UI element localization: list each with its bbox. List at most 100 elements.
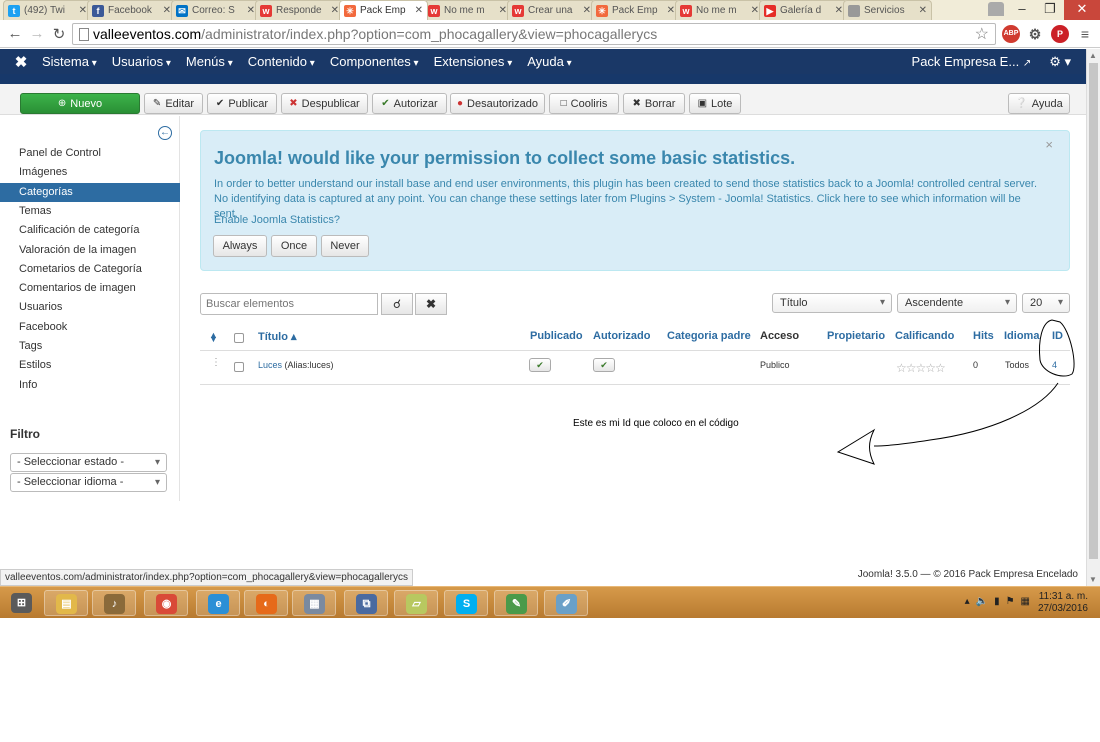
pinterest-icon[interactable]: P: [1051, 25, 1069, 43]
column-rating[interactable]: Calificando: [895, 330, 954, 342]
tab-close-icon[interactable]: ✕: [667, 5, 675, 16]
unpublish-button[interactable]: ✖ Despublicar: [281, 93, 368, 114]
url-input[interactable]: valleeventos.com/administrator/index.php…: [72, 23, 996, 45]
scroll-down-icon[interactable]: ▼: [1089, 575, 1097, 584]
settings-gear-icon[interactable]: ⚙: [1026, 25, 1044, 43]
browser-tab[interactable]: w Responde ✕: [255, 0, 344, 20]
sidebar-item[interactable]: Temas: [0, 202, 180, 221]
nav-menu-4[interactable]: Componentes: [330, 54, 419, 69]
column-published[interactable]: Publicado: [530, 330, 583, 342]
notes-taskbar-button[interactable]: ▱: [394, 590, 438, 616]
tab-close-icon[interactable]: ✕: [583, 5, 591, 16]
tray-expand-icon[interactable]: ▴: [965, 596, 970, 607]
sidebar-item[interactable]: Estilos: [0, 356, 180, 375]
forward-icon[interactable]: →: [26, 25, 48, 42]
music-taskbar-button[interactable]: ♪: [92, 590, 136, 616]
sidebar-item[interactable]: Comentarios de imagen: [0, 279, 180, 298]
edit-button[interactable]: ✎ Editar: [144, 93, 203, 114]
browser-tab[interactable]: ✳ Pack Emp ✕: [591, 0, 680, 20]
window-close-icon[interactable]: ✕: [1064, 0, 1100, 20]
sidebar-item[interactable]: Imágenes: [0, 163, 180, 182]
filter-state-select[interactable]: - Seleccionar estado -: [10, 453, 167, 472]
scroll-thumb[interactable]: [1089, 63, 1098, 559]
sidebar-item[interactable]: Facebook: [0, 318, 180, 337]
scroll-up-icon[interactable]: ▲: [1089, 51, 1097, 60]
column-parent-category[interactable]: Categoria padre: [667, 330, 751, 342]
photos-taskbar-button[interactable]: ✎: [494, 590, 538, 616]
sidebar-item[interactable]: Cometarios de Categoría: [0, 260, 180, 279]
bookmark-star-icon[interactable]: ☆: [975, 24, 989, 44]
search-input[interactable]: [200, 293, 378, 315]
back-icon[interactable]: ←: [4, 25, 26, 42]
sidebar-item[interactable]: Info: [0, 376, 180, 395]
reload-icon[interactable]: ↻: [48, 25, 70, 43]
sidebar-item[interactable]: Calificación de categoría: [0, 221, 180, 240]
site-link[interactable]: Pack Empresa E... ↗: [912, 54, 1032, 70]
browser-tab[interactable]: ✉ Correo: S ✕: [171, 0, 260, 20]
browser-tab[interactable]: w Crear una ✕: [507, 0, 596, 20]
browser-tab[interactable]: f Facebook ✕: [87, 0, 176, 20]
browser-tab[interactable]: w No me m ✕: [675, 0, 764, 20]
tab-close-icon[interactable]: ✕: [919, 5, 927, 16]
nav-menu-2[interactable]: Menús: [186, 54, 233, 69]
clear-search-button[interactable]: ✖: [415, 293, 447, 315]
browser-tab[interactable]: ✳ Pack Emp ✕: [339, 0, 428, 20]
published-toggle[interactable]: ✔: [529, 358, 551, 372]
nav-menu-5[interactable]: Extensiones: [434, 54, 513, 69]
sidebar-item[interactable]: Panel de Control: [0, 144, 180, 163]
row-title-link[interactable]: Luces: [258, 360, 282, 370]
close-message-icon[interactable]: ×: [1045, 137, 1053, 152]
browser-tab[interactable]: w No me m ✕: [423, 0, 512, 20]
firefox-taskbar-button[interactable]: ◐: [244, 590, 288, 616]
nav-menu-6[interactable]: Ayuda: [527, 54, 571, 69]
nav-menu-0[interactable]: Sistema: [42, 54, 97, 69]
browser-tab[interactable]: t (492) Twi ✕: [3, 0, 92, 20]
sort-direction-select[interactable]: Ascendente: [897, 293, 1017, 313]
collapse-sidebar-icon[interactable]: ←: [158, 126, 172, 140]
vertical-scrollbar[interactable]: ▲ ▼: [1086, 49, 1100, 586]
stats-never-button[interactable]: Never: [321, 235, 369, 257]
volume-icon[interactable]: 🔈: [976, 596, 988, 607]
select-all-checkbox[interactable]: [234, 333, 244, 343]
tab-close-icon[interactable]: ✕: [499, 5, 507, 16]
restore-icon[interactable]: ❐: [1036, 0, 1064, 20]
adblock-icon[interactable]: ABP: [1002, 25, 1020, 43]
tab-close-icon[interactable]: ✕: [247, 5, 255, 16]
filter-language-select[interactable]: - Seleccionar idioma -: [10, 473, 167, 492]
skype-taskbar-button[interactable]: S: [444, 590, 488, 616]
stats-always-button[interactable]: Always: [213, 235, 267, 257]
signal-icon[interactable]: ▦: [1021, 596, 1030, 607]
sidebar-item[interactable]: Usuarios: [0, 298, 180, 317]
column-language[interactable]: Idioma: [1004, 330, 1039, 342]
authorize-button[interactable]: ✔ Autorizar: [372, 93, 447, 114]
minimize-icon[interactable]: –: [1008, 0, 1036, 20]
calculator-taskbar-button[interactable]: ▦: [292, 590, 336, 616]
delete-button[interactable]: ✖ Borrar: [623, 93, 685, 114]
column-id[interactable]: ID: [1052, 330, 1063, 342]
batch-button[interactable]: ▣ Lote: [689, 93, 741, 114]
start-button-taskbar-button[interactable]: ⊞: [0, 590, 44, 616]
search-button[interactable]: ☌: [381, 293, 413, 315]
nav-menu-1[interactable]: Usuarios: [112, 54, 171, 69]
flag-icon[interactable]: ⚑: [1006, 596, 1015, 607]
joomla-logo-icon[interactable]: ✖: [0, 53, 42, 71]
tab-close-icon[interactable]: ✕: [331, 5, 339, 16]
tab-close-icon[interactable]: ✕: [79, 5, 87, 16]
new-button[interactable]: ⊕ Nuevo: [20, 93, 140, 114]
battery-icon[interactable]: ▮: [994, 596, 1000, 607]
paint-taskbar-button[interactable]: ✐: [544, 590, 588, 616]
sidebar-item[interactable]: Valoración de la imagen: [0, 241, 180, 260]
tab-close-icon[interactable]: ✕: [835, 5, 843, 16]
user-profile-icon[interactable]: [988, 2, 1004, 16]
column-owner[interactable]: Propietario: [827, 330, 885, 342]
cooliris-button[interactable]: □ Cooliris: [549, 93, 619, 114]
clock[interactable]: 11:31 a. m. 27/03/2016: [1038, 591, 1088, 615]
sort-field-select[interactable]: Título: [772, 293, 892, 313]
nav-menu-3[interactable]: Contenido: [248, 54, 315, 69]
chrome-taskbar-button[interactable]: ◉: [144, 590, 188, 616]
unauthorize-button[interactable]: ● Desautorizado: [450, 93, 545, 114]
list-limit-select[interactable]: 20: [1022, 293, 1070, 313]
browser-tab[interactable]: Servicios ✕: [843, 0, 932, 20]
row-checkbox[interactable]: [234, 362, 244, 372]
chrome-menu-icon[interactable]: ≡: [1076, 25, 1094, 43]
